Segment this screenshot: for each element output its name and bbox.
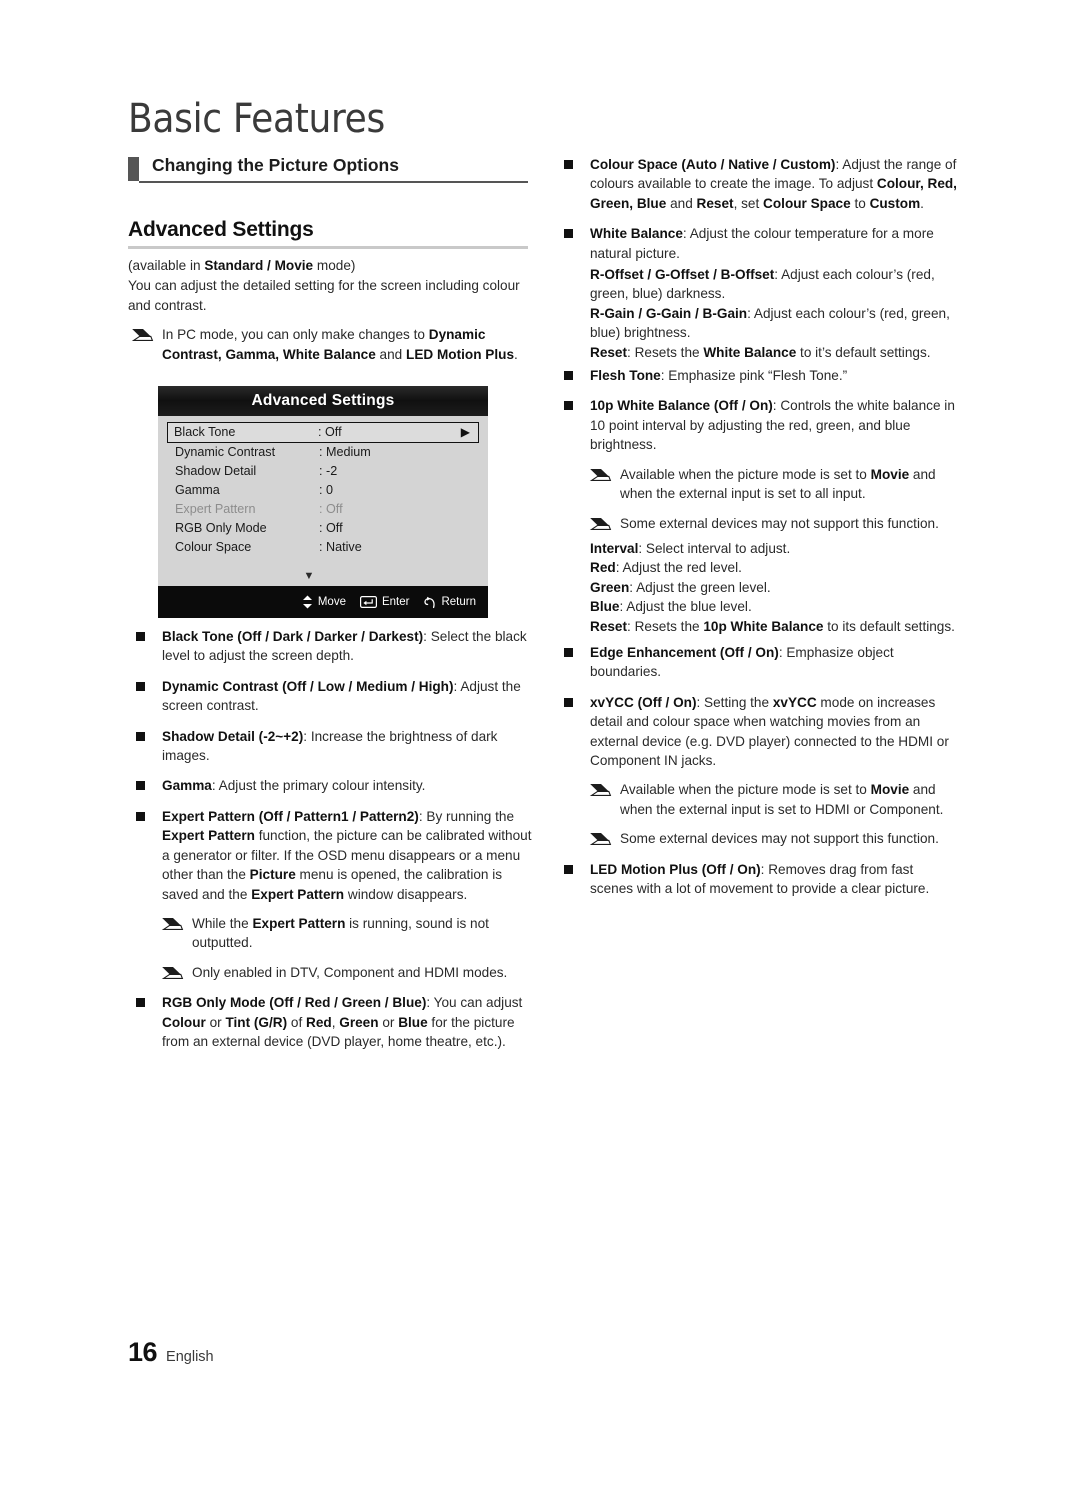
intro-description: You can adjust the detailed setting for … bbox=[128, 278, 520, 313]
note-xvycc-movie-mode: Available when the picture mode is set t… bbox=[586, 780, 960, 819]
manual-page: Basic Features Changing the Picture Opti… bbox=[0, 0, 1080, 1494]
subitem-red: Red: Adjust the red level. bbox=[590, 560, 742, 576]
subitem-gains: R-Gain / G-Gain / B-Gain: Adjust each co… bbox=[590, 305, 950, 341]
note-expert-pattern-sound: While the Expert Pattern is running, sou… bbox=[158, 914, 532, 953]
bullet-dynamic-contrast: Dynamic Contrast (Off / Low / Medium / H… bbox=[128, 677, 532, 716]
osd-move-control[interactable]: Move bbox=[302, 595, 346, 609]
note-pc-mode: In PC mode, you can only make changes to… bbox=[128, 325, 532, 364]
osd-menu-screenshot: Advanced Settings Black Tone : Off ▶ Dyn… bbox=[158, 386, 488, 618]
osd-row-expert-pattern: Expert Pattern : Off bbox=[167, 500, 479, 519]
subsection-heading-rule bbox=[128, 246, 528, 249]
bullet-edge-enhancement: Edge Enhancement (Off / On): Emphasize o… bbox=[556, 643, 960, 682]
return-arrow-icon bbox=[423, 596, 436, 609]
subitem-interval: Interval: Select interval to adjust. bbox=[590, 540, 791, 556]
note-10p-movie-mode: Available when the picture mode is set t… bbox=[586, 465, 960, 504]
osd-row-value: : Off bbox=[319, 502, 343, 516]
subitem-green: Green: Adjust the green level. bbox=[590, 579, 771, 595]
left-column: (available in Standard / Movie mode) You… bbox=[128, 256, 532, 1051]
pencil-note-icon bbox=[160, 965, 184, 980]
osd-row-gamma[interactable]: Gamma : 0 bbox=[167, 481, 479, 500]
scroll-down-icon[interactable]: ▼ bbox=[144, 570, 474, 582]
availability-line: (available in Standard / Movie mode) bbox=[128, 258, 356, 273]
pencil-note-icon bbox=[588, 467, 612, 482]
osd-enter-control[interactable]: Enter bbox=[359, 596, 410, 609]
osd-row-value: : Off bbox=[319, 521, 343, 535]
subitem-offsets: R-Offset / G-Offset / B-Offset: Adjust e… bbox=[590, 267, 935, 302]
bullet-colour-space: Colour Space (Auto / Native / Custom): A… bbox=[556, 155, 960, 213]
osd-row-value: : Native bbox=[319, 540, 362, 554]
osd-row-label: Expert Pattern bbox=[175, 502, 256, 516]
right-column: Colour Space (Auto / Native / Custom): A… bbox=[556, 155, 960, 898]
osd-row-label: Dynamic Contrast bbox=[175, 445, 276, 459]
enter-button-icon bbox=[359, 596, 377, 609]
page-number: 16 bbox=[128, 1337, 158, 1367]
note-expert-pattern-modes: Only enabled in DTV, Component and HDMI … bbox=[158, 963, 532, 982]
osd-body: Black Tone : Off ▶ Dynamic Contrast : Me… bbox=[158, 416, 488, 586]
osd-row-value: : 0 bbox=[319, 483, 334, 497]
page-footer: 16 English bbox=[128, 1337, 214, 1368]
osd-move-label: Move bbox=[317, 596, 346, 608]
osd-row-label: Shadow Detail bbox=[175, 464, 257, 478]
osd-row-black-tone[interactable]: Black Tone : Off ▶ bbox=[167, 422, 479, 443]
pencil-note-icon bbox=[130, 327, 154, 342]
bullet-flesh-tone: Flesh Tone: Emphasize pink “Flesh Tone.” bbox=[556, 366, 960, 385]
bullet-white-balance: White Balance: Adjust the colour tempera… bbox=[556, 224, 960, 263]
bullet-rgb-only-mode: RGB Only Mode (Off / Red / Green / Blue)… bbox=[128, 993, 532, 1051]
pencil-note-icon bbox=[160, 916, 184, 931]
note-10p-unsupported: Some external devices may not support th… bbox=[586, 514, 960, 533]
subsection-heading-label: Advanced Settings bbox=[128, 218, 314, 241]
osd-row-colour-space[interactable]: Colour Space : Native bbox=[167, 538, 479, 557]
osd-return-control[interactable]: Return bbox=[423, 596, 476, 609]
osd-row-shadow-detail[interactable]: Shadow Detail : -2 bbox=[167, 462, 479, 481]
osd-enter-label: Enter bbox=[381, 596, 410, 608]
pencil-note-icon bbox=[588, 516, 612, 531]
subitem-white-balance-reset: Reset: Resets the White Balance to it’s … bbox=[590, 344, 931, 360]
subitem-blue: Blue: Adjust the blue level. bbox=[590, 599, 752, 615]
up-down-arrow-icon bbox=[302, 595, 313, 609]
bullet-gamma: Gamma: Adjust the primary colour intensi… bbox=[128, 776, 532, 795]
section-heading-label: Changing the Picture Options bbox=[152, 155, 399, 175]
osd-row-label: Colour Space bbox=[175, 540, 252, 554]
page-language-label: English bbox=[166, 1349, 214, 1365]
note-xvycc-unsupported: Some external devices may not support th… bbox=[586, 829, 960, 848]
bullet-expert-pattern: Expert Pattern (Off / Pattern1 / Pattern… bbox=[128, 807, 532, 904]
pencil-note-icon bbox=[588, 782, 612, 797]
osd-row-value: : Medium bbox=[319, 445, 371, 459]
subsection-heading: Advanced Settings bbox=[128, 218, 528, 249]
bullet-shadow-detail: Shadow Detail (-2~+2): Increase the brig… bbox=[128, 727, 532, 766]
page-title: Basic Features bbox=[128, 96, 385, 142]
chevron-right-icon: ▶ bbox=[460, 425, 470, 439]
subitem-10p-reset: Reset: Resets the 10p White Balance to i… bbox=[590, 618, 955, 634]
section-tab-marker bbox=[128, 157, 139, 181]
pencil-note-icon bbox=[588, 831, 612, 846]
bullet-10p-white-balance: 10p White Balance (Off / On): Controls t… bbox=[556, 396, 960, 454]
bullet-led-motion-plus: LED Motion Plus (Off / On): Removes drag… bbox=[556, 860, 960, 899]
osd-title: Advanced Settings bbox=[158, 386, 488, 416]
osd-row-value: : Off bbox=[318, 425, 342, 439]
osd-row-label: Black Tone bbox=[174, 425, 236, 439]
osd-row-value: : -2 bbox=[319, 464, 338, 478]
bullet-black-tone: Black Tone (Off / Dark / Darker / Darkes… bbox=[128, 627, 532, 666]
section-heading: Changing the Picture Options bbox=[128, 155, 528, 183]
osd-row-label: RGB Only Mode bbox=[175, 521, 267, 535]
osd-footer-bar: Move Enter Return bbox=[158, 586, 488, 618]
osd-row-label: Gamma bbox=[175, 483, 220, 497]
osd-return-label: Return bbox=[441, 596, 476, 608]
osd-row-dynamic-contrast[interactable]: Dynamic Contrast : Medium bbox=[167, 443, 479, 462]
bullet-xvycc: xvYCC (Off / On): Setting the xvYCC mode… bbox=[556, 693, 960, 771]
osd-row-rgb-only-mode[interactable]: RGB Only Mode : Off bbox=[167, 519, 479, 538]
section-heading-rule bbox=[139, 181, 528, 183]
